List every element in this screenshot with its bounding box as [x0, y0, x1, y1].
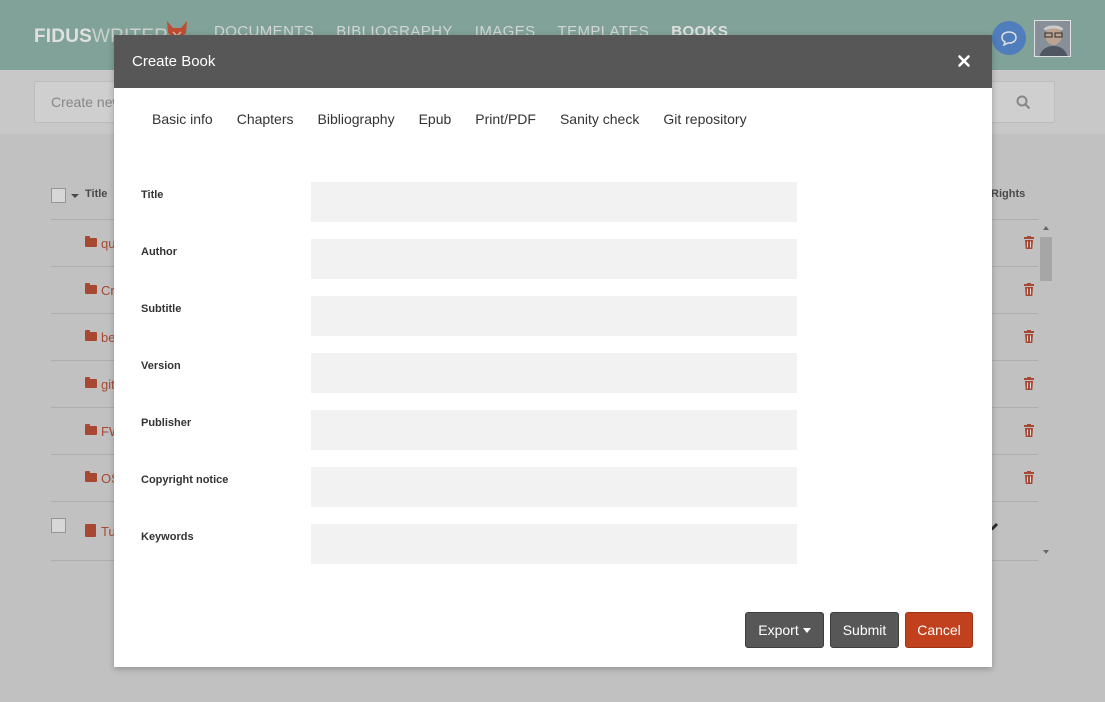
field-label: Version: [141, 360, 181, 372]
dialog-title: Create Book: [132, 53, 216, 70]
tab-basic-info[interactable]: Basic info: [152, 111, 213, 127]
tab-chapters[interactable]: Chapters: [237, 111, 294, 127]
keywords-input[interactable]: [311, 524, 797, 564]
field-label: Author: [141, 246, 178, 258]
caret-down-icon: [802, 627, 811, 633]
tab-epub[interactable]: Epub: [419, 111, 452, 127]
tab-print-pdf[interactable]: Print/PDF: [475, 111, 536, 127]
field-title-row: Title: [141, 182, 801, 222]
field-label: Subtitle: [141, 303, 182, 315]
field-publisher-row: Publisher: [141, 410, 801, 450]
create-book-dialog: Create Book Basic info Chapters Bibliogr…: [114, 35, 992, 667]
tab-sanity-check[interactable]: Sanity check: [560, 111, 639, 127]
cancel-label: Cancel: [917, 622, 961, 638]
subtitle-input[interactable]: [311, 296, 797, 336]
submit-label: Submit: [842, 622, 887, 638]
version-input[interactable]: [311, 353, 797, 393]
dialog-tabs: Basic info Chapters Bibliography Epub Pr…: [152, 111, 747, 127]
export-dropdown-button[interactable]: Export: [745, 612, 824, 648]
tab-bibliography[interactable]: Bibliography: [318, 111, 395, 127]
cancel-button[interactable]: Cancel: [905, 612, 973, 648]
tab-git-repository[interactable]: Git repository: [663, 111, 746, 127]
field-label: Keywords: [141, 531, 194, 543]
field-label: Publisher: [141, 417, 192, 429]
field-author-row: Author: [141, 239, 801, 279]
dialog-header: Create Book: [114, 35, 992, 88]
publisher-input[interactable]: [311, 410, 797, 450]
title-input[interactable]: [311, 182, 797, 222]
field-label: Copyright notice: [141, 474, 229, 486]
field-label: Title: [141, 189, 164, 201]
field-keywords-row: Keywords: [141, 524, 801, 564]
field-copyright-row: Copyright notice: [141, 467, 801, 507]
field-version-row: Version: [141, 353, 801, 393]
close-icon[interactable]: [956, 53, 972, 69]
author-input[interactable]: [311, 239, 797, 279]
field-subtitle-row: Subtitle: [141, 296, 801, 336]
export-label: Export: [758, 622, 799, 638]
copyright-notice-input[interactable]: [311, 467, 797, 507]
submit-button[interactable]: Submit: [830, 612, 899, 648]
